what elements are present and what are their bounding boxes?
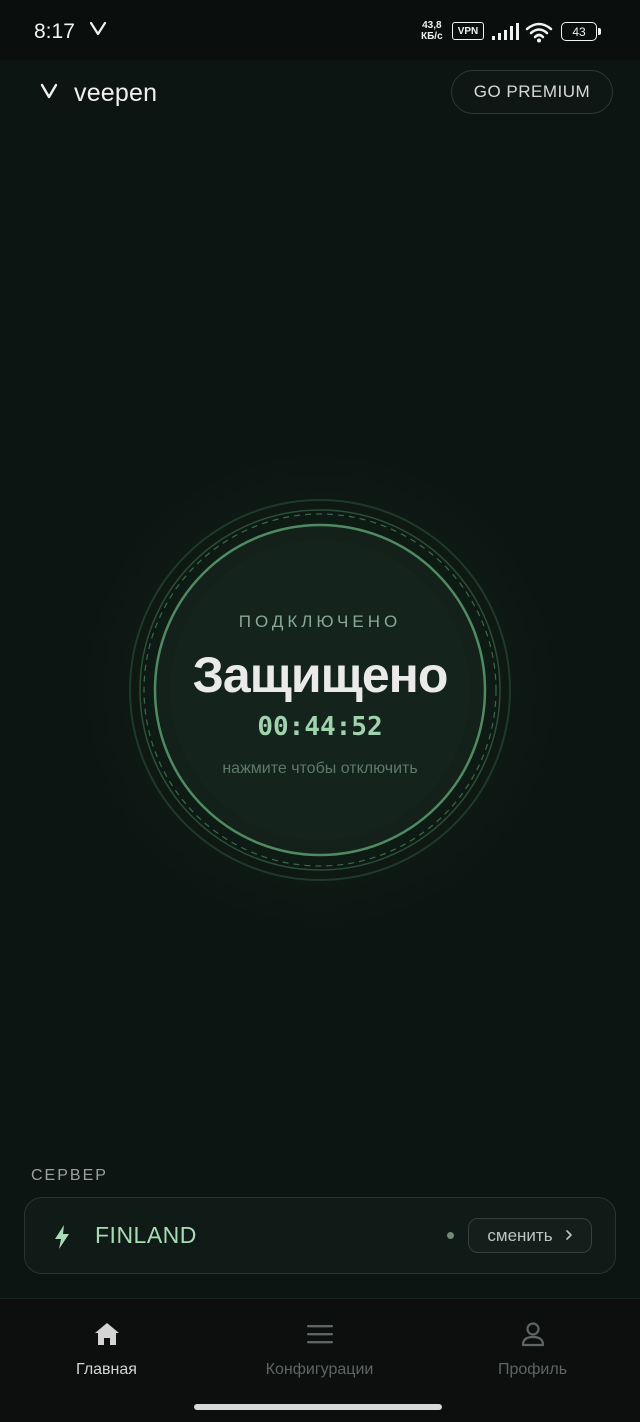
change-server-button[interactable]: сменить [468, 1218, 592, 1253]
vpn-badge: VPN [452, 22, 484, 40]
app-name: veepen [74, 79, 158, 107]
network-speed-unit: КБ/с [421, 31, 443, 42]
battery-icon: 43 [561, 22, 601, 41]
go-premium-button[interactable]: GO PREMIUM [451, 70, 613, 114]
change-server-label: сменить [487, 1225, 553, 1245]
server-status-dot [447, 1232, 454, 1239]
status-bar: 8:17 43,8 КБ/с VPN 43 [0, 0, 640, 60]
app-logo: veepen [40, 79, 157, 108]
server-section-label: СЕРВЕР [31, 1167, 108, 1184]
connection-timer: 00:44:52 [257, 712, 383, 742]
chevron-right-icon [565, 1226, 573, 1246]
connection-status: ПОДКЛЮЧЕНО [238, 612, 402, 631]
disconnect-hint: нажмите чтобы отключить [222, 760, 418, 777]
server-name: FINLAND [95, 1222, 197, 1248]
veepen-logo-icon [40, 83, 58, 104]
server-card[interactable]: FINLAND сменить [24, 1197, 616, 1274]
status-time: 8:17 [34, 20, 75, 43]
nav-label-profile: Профиль [497, 1361, 568, 1378]
connection-title: Защищено [192, 647, 449, 703]
signal-icon [491, 23, 519, 46]
home-icon [0, 1319, 213, 1349]
nav-label-configurations: Конфигурации [265, 1361, 374, 1378]
menu-icon [213, 1319, 426, 1349]
home-indicator[interactable] [194, 1404, 442, 1410]
nav-label-home: Главная [76, 1361, 137, 1378]
connect-toggle-button[interactable]: ПОДКЛЮЧЕНО Защищено 00:44:52 нажмите что… [80, 450, 560, 930]
profile-icon [426, 1319, 639, 1349]
nav-item-configurations[interactable]: Конфигурации [213, 1319, 426, 1379]
lightning-icon [53, 1224, 71, 1255]
app-notification-icon [89, 21, 107, 41]
network-speed: 43,8 КБ/с [421, 20, 443, 42]
network-speed-value: 43,8 [422, 20, 442, 31]
nav-item-home[interactable]: Главная [0, 1319, 213, 1379]
wifi-icon [525, 21, 553, 48]
nav-item-profile[interactable]: Профиль [426, 1319, 639, 1379]
